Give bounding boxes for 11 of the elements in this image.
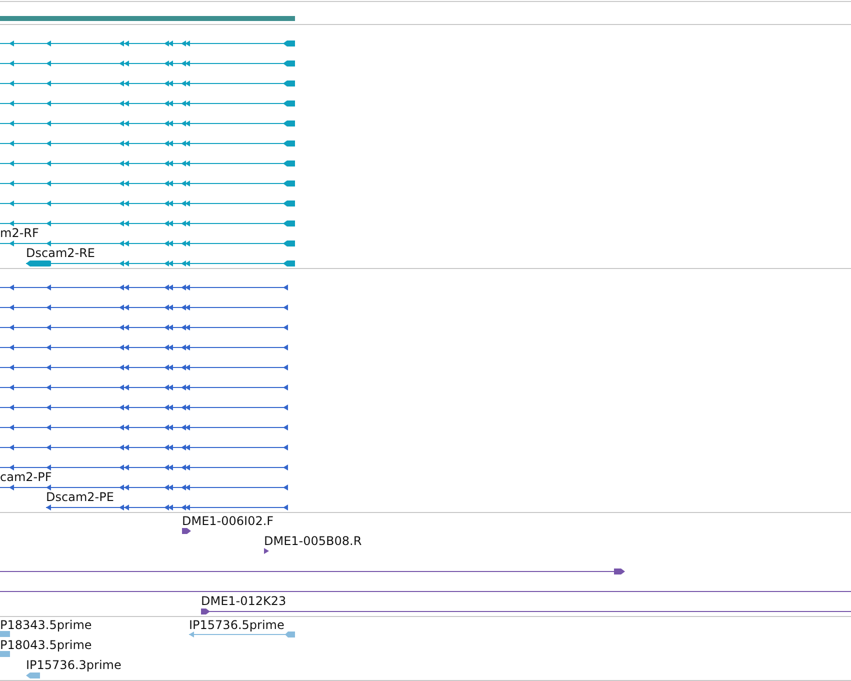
feature-label: DME1-006I02.F — [182, 514, 274, 528]
feature-label: DME1-005B08.R — [264, 534, 362, 548]
feature-label: m2-RF — [0, 226, 39, 240]
feature-label: Dscam2-RE — [26, 246, 96, 260]
feature-label: P18043.5prime — [0, 638, 92, 652]
feature-label: P18343.5prime — [0, 618, 92, 632]
feature-label: IP15736.3prime — [26, 658, 122, 672]
feature-label: cam2-PF — [0, 470, 52, 484]
feature-label: IP15736.5prime — [189, 618, 284, 632]
feature-label: Dscam2-PE — [46, 490, 114, 504]
feature-label: DME1-012K23 — [201, 594, 286, 608]
